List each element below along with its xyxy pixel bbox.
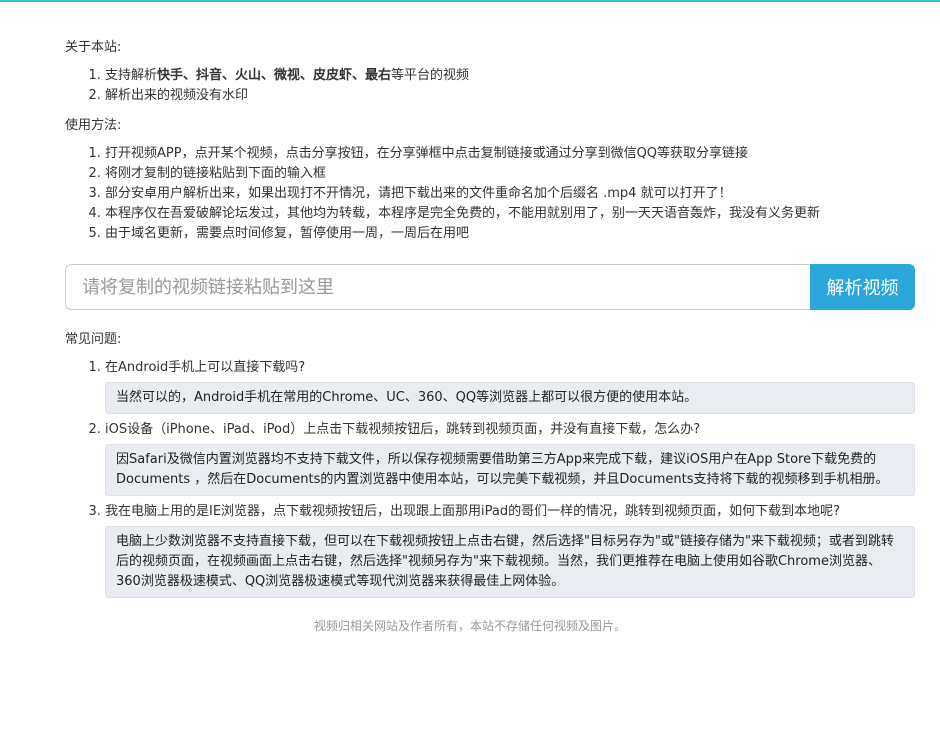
video-link-input[interactable] [65,264,810,310]
faq-item: 在Android手机上可以直接下载吗? 当然可以的，Android手机在常用的C… [105,358,915,414]
usage-list: 打开视频APP，点开某个视频，点击分享按钮，在分享弹框中点击复制链接或通过分享到… [65,144,915,244]
faq-item: iOS设备（iPhone、iPad、iPod）上点击下载视频按钮后，跳转到视频页… [105,420,915,496]
usage-item: 本程序仅在吾爱破解论坛发过，其他均为转载，本程序是完全免费的，不能用就别用了，别… [105,204,915,224]
main-content: 关于本站: 支持解析快手、抖音、火山、微视、皮皮虾、最右等平台的视频 解析出来的… [0,2,940,636]
parse-form: 解析视频 [65,264,915,310]
usage-item: 打开视频APP，点开某个视频，点击分享按钮，在分享弹框中点击复制链接或通过分享到… [105,144,915,164]
faq-answer: 因Safari及微信内置浏览器均不支持下载文件，所以保存视频需要借助第三方App… [105,444,915,496]
faq-question: 在Android手机上可以直接下载吗? [105,360,306,375]
usage-item: 部分安卓用户解析出来，如果出现打不开情况，请把下载出来的文件重命名加个后缀名 .… [105,184,915,204]
faq-item: 我在电脑上用的是IE浏览器，点下载视频按钮后，出现跟上面那用iPad的哥们一样的… [105,502,915,598]
about-item-prefix: 支持解析 [105,68,158,83]
usage-title: 使用方法: [65,118,122,133]
faq-title: 常见问题: [65,332,122,347]
parse-video-button[interactable]: 解析视频 [810,264,915,310]
about-item-platforms: 支持解析快手、抖音、火山、微视、皮皮虾、最右等平台的视频 [105,66,915,86]
faq-question: 我在电脑上用的是IE浏览器，点下载视频按钮后，出现跟上面那用iPad的哥们一样的… [105,504,841,519]
faq-list: 在Android手机上可以直接下载吗? 当然可以的，Android手机在常用的C… [65,358,915,598]
faq-answer: 电脑上少数浏览器不支持直接下载，但可以在下载视频按钮上点击右键，然后选择"目标另… [105,526,915,598]
about-item-no-watermark: 解析出来的视频没有水印 [105,86,915,106]
usage-item: 由于域名更新，需要点时间修复，暂停使用一周，一周后在用吧 [105,224,915,244]
footer-disclaimer: 视频归相关网站及作者所有，本站不存储任何视频及图片。 [313,619,626,633]
about-item-platform-names: 快手、抖音、火山、微视、皮皮虾、最右 [157,68,392,83]
about-title: 关于本站: [65,40,122,55]
faq-answer: 当然可以的，Android手机在常用的Chrome、UC、360、QQ等浏览器上… [105,382,915,414]
usage-item: 将刚才复制的链接粘贴到下面的输入框 [105,164,915,184]
about-list: 支持解析快手、抖音、火山、微视、皮皮虾、最右等平台的视频 解析出来的视频没有水印 [65,66,915,106]
faq-question: iOS设备（iPhone、iPad、iPod）上点击下载视频按钮后，跳转到视频页… [105,422,701,437]
about-item-suffix: 等平台的视频 [391,68,470,83]
